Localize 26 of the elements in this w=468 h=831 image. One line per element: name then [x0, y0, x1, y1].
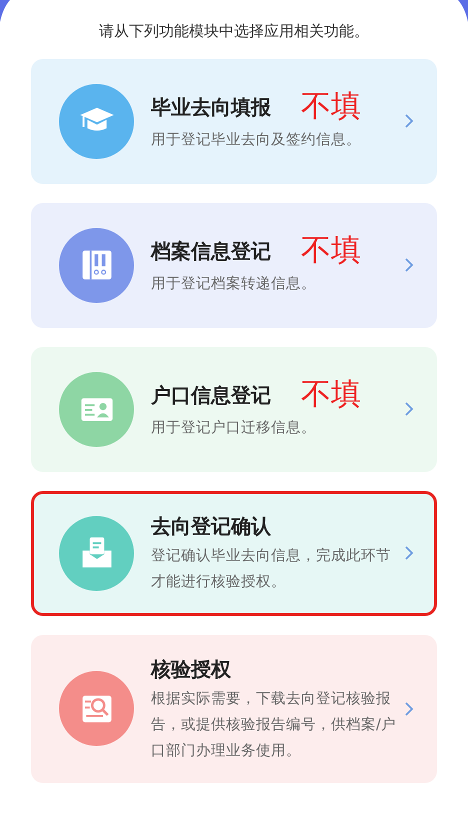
- module-card[interactable]: 核验授权 根据实际需要，下载去向登记核验报告，或提供核验报告编号，供档案/户口部门办理业务使用。: [31, 634, 437, 782]
- module-card[interactable]: 去向登记确认 登记确认毕业去向信息，完成此环节才能进行核验授权。: [31, 490, 437, 616]
- module-card[interactable]: 户口信息登记 不填 用于登记户口迁移信息。: [31, 346, 437, 472]
- chevron-right-icon: [404, 113, 414, 129]
- handwritten-note: 不填: [301, 377, 361, 413]
- card-description: 用于登记户口迁移信息。: [151, 418, 317, 438]
- card-title: 核验授权: [151, 656, 231, 682]
- chevron-right-icon: [404, 257, 414, 273]
- card-description: 根据实际需要，下载去向登记核验报告，或提供核验报告编号，供档案/户口部门办理业务使用。: [151, 690, 397, 760]
- card-title: 档案信息登记: [151, 238, 271, 265]
- chevron-right-icon: [404, 700, 414, 716]
- card-title: 去向登记确认: [151, 513, 271, 540]
- module-card[interactable]: 毕业去向填报 不填 用于登记毕业去向及签约信息。: [31, 58, 437, 184]
- card-description: 用于登记档案转递信息。: [151, 274, 317, 294]
- chevron-right-icon: [404, 401, 414, 417]
- card-description: 登记确认毕业去向信息，完成此环节才能进行核验授权。: [151, 546, 392, 592]
- handwritten-note: 不填: [301, 233, 361, 269]
- corner-decoration: [458, 0, 468, 22]
- card-description: 用于登记毕业去向及签约信息。: [151, 131, 362, 150]
- corner-decoration: [0, 0, 10, 22]
- handwritten-note: 不填: [301, 89, 361, 125]
- card-title: 户口信息登记: [151, 382, 271, 409]
- card-title: 毕业去向填报: [151, 94, 271, 121]
- chevron-right-icon: [404, 545, 414, 561]
- intro-text: 请从下列功能模块中选择应用相关功能。: [99, 21, 369, 42]
- module-card[interactable]: 档案信息登记 不填 用于登记档案转递信息。: [31, 202, 437, 328]
